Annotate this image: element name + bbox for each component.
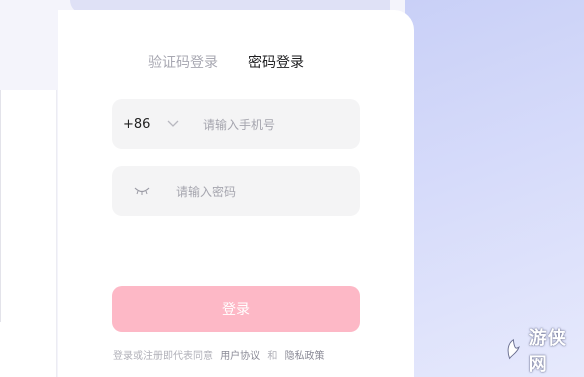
tab-sms-login[interactable]: 验证码登录 — [148, 52, 218, 72]
watermark-text: 游侠网 — [528, 328, 567, 375]
password-input[interactable]: 请输入密码 — [176, 183, 236, 200]
left-divider — [0, 90, 1, 322]
password-field[interactable]: 请输入密码 — [112, 166, 360, 216]
login-button[interactable]: 登录 — [112, 286, 360, 332]
watermark: 游侠网 — [504, 328, 582, 375]
agreement-prefix: 登录或注册即代表同意 — [113, 351, 213, 362]
phone-input[interactable]: 请输入手机号 — [203, 116, 275, 133]
phone-field[interactable]: +86 请输入手机号 — [112, 99, 360, 149]
agreement-and: 和 — [267, 351, 278, 362]
login-tabs: 验证码登录 密码登录 — [148, 52, 304, 72]
background-right-panel — [405, 0, 584, 377]
watermark-logo-icon — [507, 338, 520, 360]
chevron-down-icon[interactable] — [167, 117, 193, 131]
agreement-text: 登录或注册即代表同意 用户协议 和 隐私政策 — [113, 347, 329, 362]
eye-closed-icon[interactable] — [134, 186, 150, 196]
user-agreement-link[interactable]: 用户协议 — [220, 351, 260, 362]
country-code[interactable]: +86 — [123, 117, 167, 132]
privacy-policy-link[interactable]: 隐私政策 — [285, 351, 325, 362]
tab-password-login[interactable]: 密码登录 — [248, 52, 304, 72]
left-side-panel — [0, 90, 57, 377]
